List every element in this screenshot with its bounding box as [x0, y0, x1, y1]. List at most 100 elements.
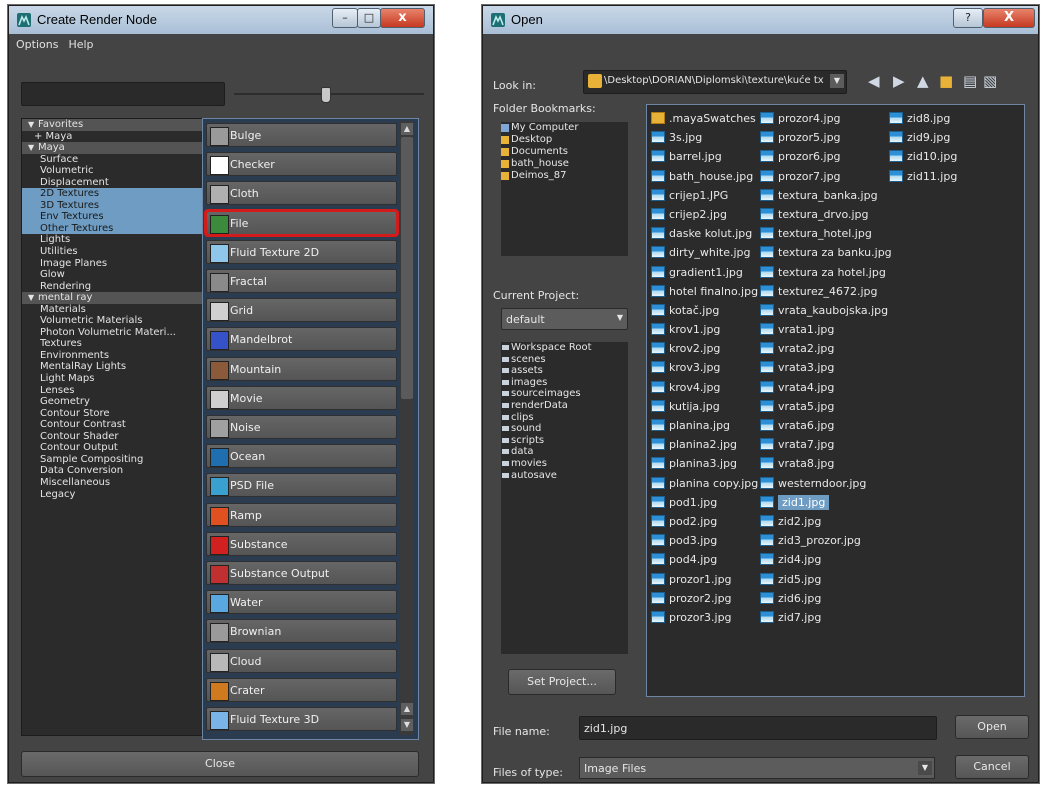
file-item[interactable]: zid1.jpg: [758, 493, 892, 512]
workspace-item[interactable]: assets: [501, 365, 628, 377]
file-item[interactable]: bath_house.jpg: [649, 167, 758, 186]
tree-item[interactable]: Contour Contrast: [22, 419, 204, 431]
file-item[interactable]: textura_drvo.jpg: [758, 205, 892, 224]
close-window-button[interactable]: X: [983, 8, 1035, 28]
file-item[interactable]: vrata1.jpg: [758, 320, 892, 339]
file-item[interactable]: prozor1.jpg: [649, 570, 758, 589]
file-item[interactable]: vrata_kaubojska.jpg: [758, 301, 892, 320]
open-title-bar[interactable]: Open ? X: [483, 6, 1038, 34]
tree-item[interactable]: Lights: [22, 234, 204, 246]
file-name-input[interactable]: zid1.jpg: [579, 716, 937, 740]
close-button[interactable]: Close: [21, 751, 419, 777]
look-in-combobox[interactable]: \Desktop\DORIAN\Diplomski\texture\kuće t…: [583, 70, 847, 94]
file-item[interactable]: zid5.jpg: [758, 570, 892, 589]
file-item[interactable]: zid9.jpg: [887, 128, 957, 147]
forward-arrow-icon[interactable]: ▶: [893, 72, 905, 90]
file-item[interactable]: zid8.jpg: [887, 109, 957, 128]
tree-item[interactable]: ▼ Maya: [22, 142, 204, 154]
bookmark-item[interactable]: bath_house: [501, 158, 628, 170]
file-item[interactable]: pod1.jpg: [649, 493, 758, 512]
tree-item[interactable]: 3D Textures: [22, 199, 204, 212]
file-item[interactable]: vrata5.jpg: [758, 397, 892, 416]
tree-item[interactable]: Light Maps: [22, 373, 204, 385]
tree-item[interactable]: Photon Volumetric Materi...: [22, 327, 204, 339]
list-view-icon[interactable]: ▤: [963, 72, 977, 90]
new-folder-icon[interactable]: ■: [939, 72, 953, 90]
file-item[interactable]: dirty_white.jpg: [649, 243, 758, 262]
tree-item[interactable]: Env Textures: [22, 211, 204, 223]
file-item[interactable]: prozor6.jpg: [758, 147, 892, 166]
node-list-scroll-thumb[interactable]: [401, 137, 413, 399]
close-window-button[interactable]: x: [380, 8, 425, 28]
workspace-item[interactable]: scenes: [501, 354, 628, 366]
workspace-item[interactable]: images: [501, 377, 628, 389]
bookmark-item[interactable]: Desktop: [501, 134, 628, 146]
tree-item[interactable]: Displacement: [22, 177, 204, 189]
expand-arrow-icon[interactable]: ▼: [28, 119, 38, 131]
workspace-item[interactable]: data: [501, 446, 628, 458]
back-arrow-icon[interactable]: ◀: [868, 72, 880, 90]
scroll-up-arrow-icon[interactable]: ▲: [401, 703, 413, 715]
help-button[interactable]: ?: [953, 8, 983, 28]
tree-item[interactable]: Miscellaneous: [22, 477, 204, 489]
chevron-down-icon[interactable]: ▼: [830, 74, 844, 88]
open-button[interactable]: Open: [955, 715, 1029, 739]
file-item[interactable]: krov3.jpg: [649, 358, 758, 377]
file-item[interactable]: pod2.jpg: [649, 512, 758, 531]
node-button[interactable]: Fluid Texture 2D: [206, 239, 397, 264]
file-item[interactable]: vrata7.jpg: [758, 435, 892, 454]
file-item[interactable]: pod3.jpg: [649, 531, 758, 550]
file-item[interactable]: pod4.jpg: [649, 550, 758, 569]
cancel-button[interactable]: Cancel: [955, 755, 1029, 779]
current-project-dropdown[interactable]: default ▼: [501, 308, 628, 330]
tree-item[interactable]: Lenses: [22, 385, 204, 397]
file-item[interactable]: vrata2.jpg: [758, 339, 892, 358]
tree-item[interactable]: Contour Store: [22, 408, 204, 420]
file-item[interactable]: prozor4.jpg: [758, 109, 892, 128]
tree-item[interactable]: Rendering: [22, 281, 204, 293]
workspace-item[interactable]: scripts: [501, 435, 628, 447]
node-button[interactable]: Crater: [206, 677, 397, 702]
maximize-button[interactable]: □: [357, 8, 381, 28]
file-item[interactable]: textura za banku.jpg: [758, 243, 892, 262]
file-item[interactable]: westerndoor.jpg: [758, 474, 892, 493]
file-item[interactable]: daske kolut.jpg: [649, 224, 758, 243]
tree-item[interactable]: Volumetric Materials: [22, 315, 204, 327]
bookmark-item[interactable]: My Computer: [501, 122, 628, 134]
workspace-item[interactable]: Workspace Root: [501, 342, 628, 354]
file-item[interactable]: vrata4.jpg: [758, 378, 892, 397]
workspace-item[interactable]: autosave: [501, 470, 628, 482]
file-item[interactable]: textura za hotel.jpg: [758, 263, 892, 282]
expand-arrow-icon[interactable]: ▼: [28, 142, 38, 154]
node-button[interactable]: File: [204, 208, 399, 237]
node-search-field[interactable]: [21, 82, 225, 106]
node-button[interactable]: Fractal: [206, 269, 397, 293]
tree-item[interactable]: ▼ mental ray: [22, 292, 204, 304]
node-button[interactable]: Substance Output: [206, 561, 397, 585]
tree-item[interactable]: Image Planes: [22, 258, 204, 270]
node-button[interactable]: Cloud: [206, 648, 397, 673]
tree-item[interactable]: Volumetric: [22, 165, 204, 177]
files-of-type-dropdown[interactable]: Image Files ▼: [579, 757, 935, 779]
node-button[interactable]: Cloth: [206, 181, 397, 206]
file-item[interactable]: planina3.jpg: [649, 454, 758, 473]
node-button[interactable]: Bulge: [206, 123, 397, 147]
bookmark-item[interactable]: Documents: [501, 146, 628, 158]
file-item[interactable]: zid4.jpg: [758, 550, 892, 569]
file-item[interactable]: zid11.jpg: [887, 167, 957, 186]
file-item[interactable]: kotač.jpg: [649, 301, 758, 320]
set-project-button[interactable]: Set Project...: [508, 669, 616, 695]
file-item[interactable]: .mayaSwatches: [649, 109, 758, 128]
file-item[interactable]: crijep2.jpg: [649, 205, 758, 224]
minimize-button[interactable]: –: [332, 8, 358, 28]
tree-item[interactable]: Materials: [22, 304, 204, 316]
tree-item[interactable]: Contour Shader: [22, 431, 204, 443]
scroll-up-arrow-icon[interactable]: ▲: [401, 123, 413, 135]
node-list-scrollbar[interactable]: ▲ ▲ ▼: [400, 121, 414, 735]
node-button[interactable]: Mandelbrot: [206, 327, 397, 352]
node-button[interactable]: Noise: [206, 415, 397, 439]
node-button[interactable]: Mountain: [206, 356, 397, 381]
node-button[interactable]: PSD File: [206, 473, 397, 498]
node-button[interactable]: Brownian: [206, 619, 397, 644]
file-item[interactable]: prozor2.jpg: [649, 589, 758, 608]
